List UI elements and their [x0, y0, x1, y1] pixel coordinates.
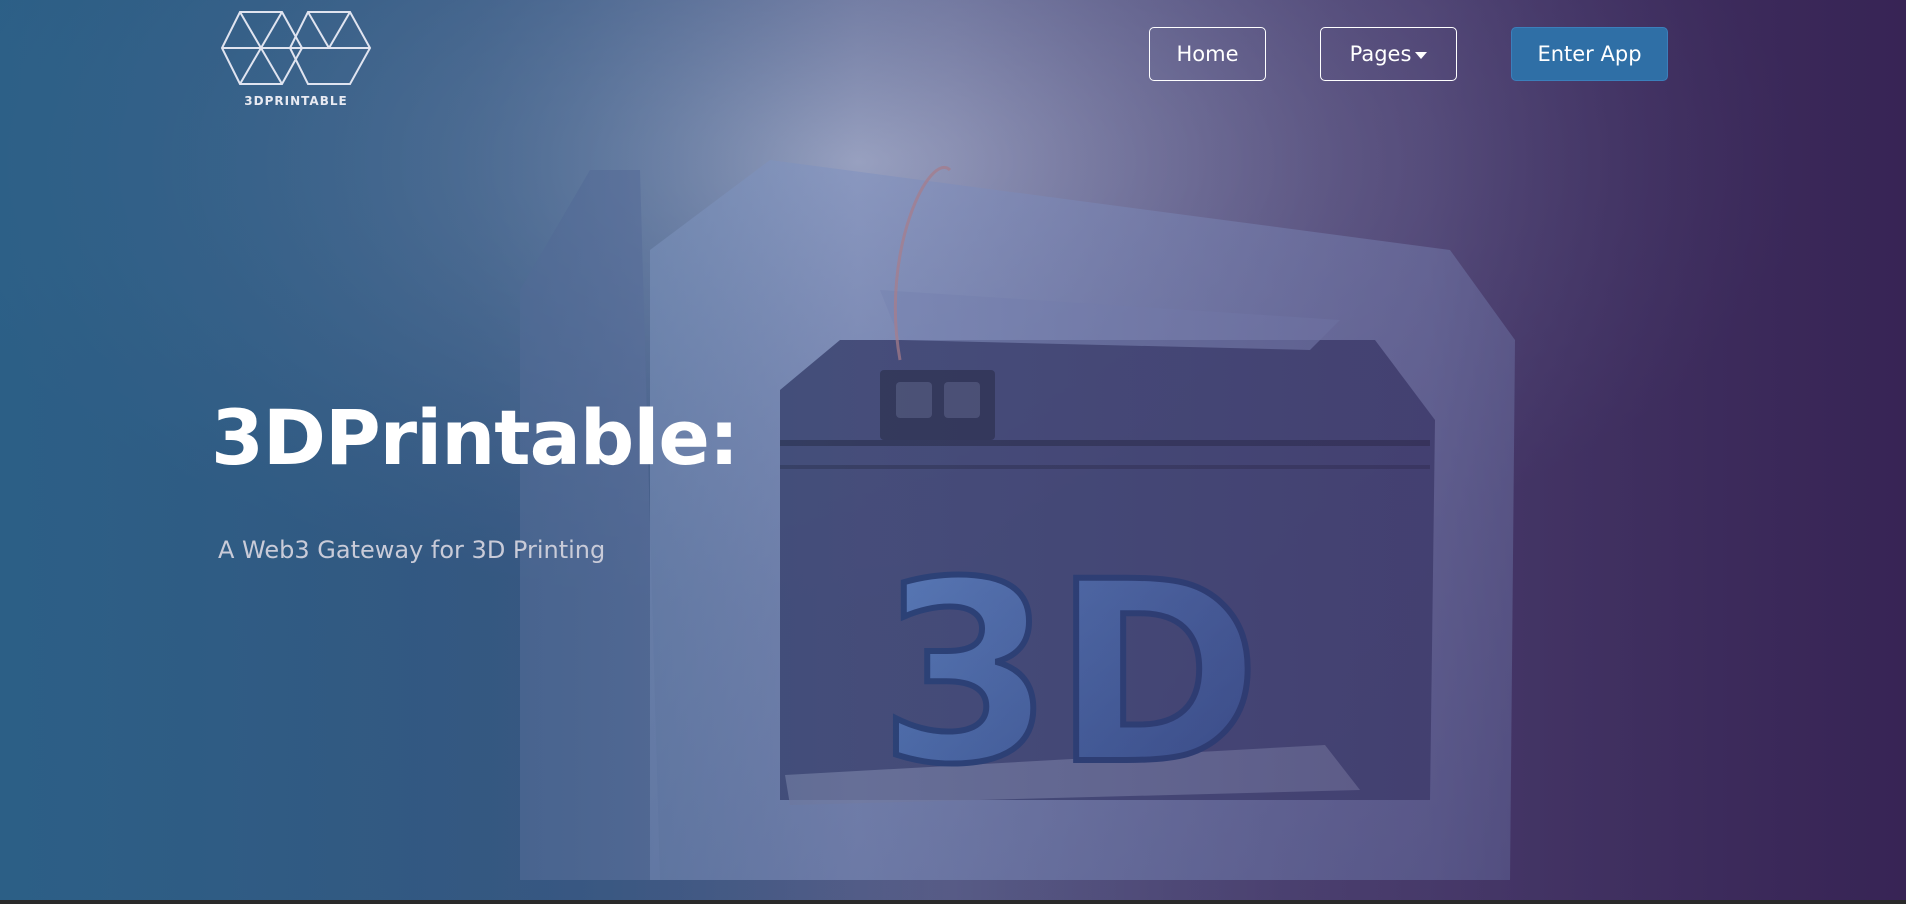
- home-button[interactable]: Home: [1149, 27, 1266, 81]
- page-bottom-edge: [0, 900, 1906, 904]
- pages-button-label: Pages: [1349, 42, 1412, 66]
- hero-title: 3DPrintable:: [211, 393, 739, 482]
- hero-subtitle: A Web3 Gateway for 3D Printing: [218, 536, 606, 564]
- enter-app-button[interactable]: Enter App: [1511, 27, 1668, 81]
- enter-app-button-label: Enter App: [1537, 42, 1642, 66]
- pages-dropdown-button[interactable]: Pages: [1320, 27, 1457, 81]
- caret-down-icon: [1415, 51, 1428, 59]
- hexagon-cubes-logo-icon: [220, 11, 372, 85]
- brand-logo[interactable]: 3DPRINTABLE: [220, 10, 372, 110]
- hero-section: 3D 3DPRINTABLE Home Pages: [0, 0, 1906, 900]
- brand-logo-text: 3DPRINTABLE: [244, 94, 348, 108]
- home-button-label: Home: [1176, 42, 1239, 66]
